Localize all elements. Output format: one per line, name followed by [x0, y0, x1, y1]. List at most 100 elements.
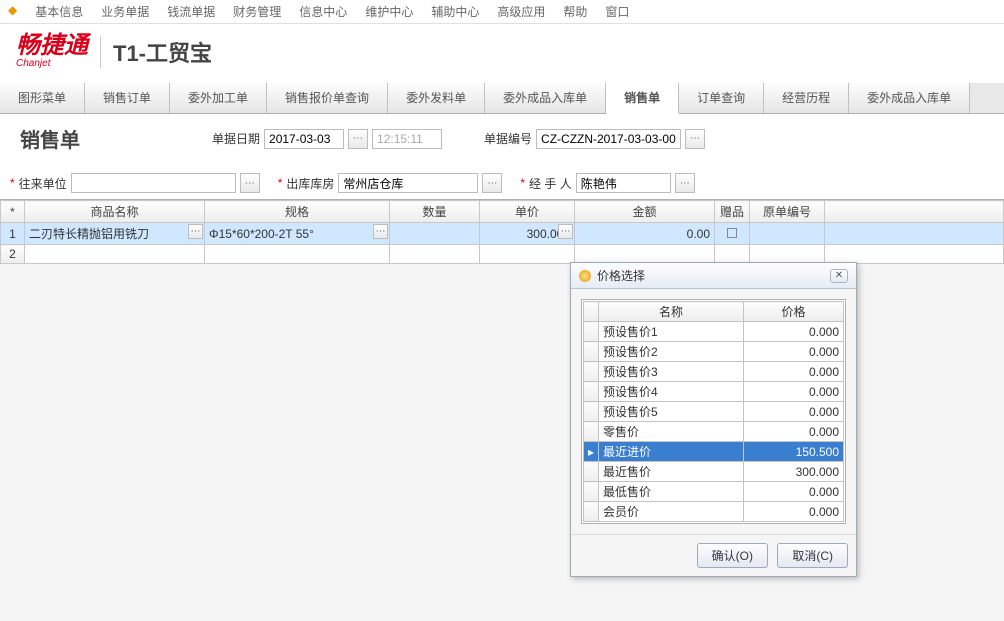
tab[interactable]: 销售订单 [85, 83, 170, 113]
top-menu-item[interactable]: 辅助中心 [431, 3, 479, 20]
operator-field: *经 手 人 ⋯ [520, 173, 694, 193]
date-picker-button[interactable]: ⋯ [348, 129, 368, 149]
grid-cell[interactable] [390, 223, 480, 245]
grid-cell[interactable] [390, 245, 480, 264]
grid-cell[interactable] [575, 245, 715, 264]
grid-cell[interactable]: 300.000⋯ [480, 223, 575, 245]
top-menu-item[interactable]: 钱流单据 [167, 3, 215, 20]
table-row[interactable]: 2 [1, 245, 1004, 264]
col-orig: 原单编号 [750, 201, 825, 223]
tab[interactable]: 订单查询 [679, 83, 764, 113]
dialog-footer: 确认(O) 取消(C) [571, 534, 856, 576]
tab-bar: 图形菜单销售订单委外加工单销售报价单查询委外发料单委外成品入库单销售单订单查询经… [0, 83, 1004, 114]
cell-lookup-button[interactable]: ⋯ [373, 224, 388, 239]
price-row[interactable]: 预设售价40.000 [584, 382, 844, 402]
price-rownum [584, 482, 599, 502]
top-menu-item[interactable]: 财务管理 [233, 3, 281, 20]
operator-lookup-button[interactable]: ⋯ [675, 173, 695, 193]
price-row[interactable]: 预设售价10.000 [584, 322, 844, 342]
price-row[interactable]: 预设售价30.000 [584, 362, 844, 382]
date-input[interactable] [264, 129, 344, 149]
grid-cell[interactable] [480, 245, 575, 264]
customer-label: 往来单位 [19, 175, 67, 192]
logo-main: 畅捷通 [16, 34, 88, 58]
col-spec: 规格 [205, 201, 390, 223]
grid-cell[interactable] [750, 223, 825, 245]
price-rownum [584, 502, 599, 522]
tab[interactable]: 经营历程 [764, 83, 849, 113]
top-menu-item[interactable]: 维护中心 [365, 3, 413, 20]
price-grid: 名称 价格 预设售价10.000预设售价20.000预设售价30.000预设售价… [583, 301, 844, 522]
top-menu-item[interactable]: 高级应用 [497, 3, 545, 20]
top-menu-item[interactable]: 帮助 [563, 3, 587, 20]
price-row[interactable]: ▸最近进价150.500 [584, 442, 844, 462]
cell-lookup-button[interactable]: ⋯ [558, 224, 573, 239]
price-value-cell: 0.000 [744, 482, 844, 502]
grid-cell[interactable]: Φ15*60*200-2T 55°⋯ [205, 223, 390, 245]
price-row[interactable]: 会员价0.000 [584, 502, 844, 522]
top-menu-item[interactable]: 信息中心 [299, 3, 347, 20]
operator-input[interactable] [576, 173, 671, 193]
price-name-cell: 最低售价 [599, 482, 744, 502]
table-row[interactable]: 1二刃特长精抛铝用铣刀⋯Φ15*60*200-2T 55°⋯ 300.000⋯0.… [1, 223, 1004, 245]
grid-cell[interactable]: 二刃特长精抛铝用铣刀⋯ [25, 223, 205, 245]
logo-product: T1-工贸宝 [113, 36, 212, 68]
price-rownum [584, 322, 599, 342]
price-name-cell: 预设售价5 [599, 402, 744, 422]
docno-input[interactable] [536, 129, 681, 149]
price-name-cell: 最近进价 [599, 442, 744, 462]
price-name-cell: 预设售价3 [599, 362, 744, 382]
price-row[interactable]: 预设售价50.000 [584, 402, 844, 422]
tab[interactable]: 销售单 [606, 83, 679, 114]
grid-cell[interactable]: 1 [1, 223, 25, 245]
top-menu-item[interactable]: 业务单据 [101, 3, 149, 20]
price-row[interactable]: 最近售价300.000 [584, 462, 844, 482]
ok-button[interactable]: 确认(O) [697, 543, 768, 568]
price-row[interactable]: 零售价0.000 [584, 422, 844, 442]
customer-input[interactable] [71, 173, 236, 193]
grid-cell[interactable] [750, 245, 825, 264]
warehouse-input[interactable] [338, 173, 478, 193]
price-value-cell: 0.000 [744, 322, 844, 342]
tab[interactable]: 委外发料单 [388, 83, 485, 113]
dialog-icon [579, 270, 591, 282]
grid-cell[interactable] [205, 245, 390, 264]
operator-label: 经 手 人 [529, 175, 572, 192]
grid-cell[interactable]: 0.00 [575, 223, 715, 245]
tab[interactable]: 委外加工单 [170, 83, 267, 113]
grid-cell[interactable]: 2 [1, 245, 25, 264]
dialog-close-button[interactable]: ✕ [830, 269, 848, 283]
tab[interactable]: 委外成品入库单 [849, 83, 970, 113]
price-rownum [584, 402, 599, 422]
grid-cell[interactable] [715, 223, 750, 245]
docno-lookup-button[interactable]: ⋯ [685, 129, 705, 149]
page-title: 销售单 [20, 124, 80, 153]
docno-field: 单据编号 ⋯ [484, 129, 705, 149]
top-menu-item[interactable]: 窗口 [605, 3, 629, 20]
grid-cell[interactable] [715, 245, 750, 264]
tab[interactable]: 销售报价单查询 [267, 83, 388, 113]
grid-cell[interactable] [25, 245, 205, 264]
warehouse-lookup-button[interactable]: ⋯ [482, 173, 502, 193]
time-input[interactable] [372, 129, 442, 149]
tab[interactable]: 委外成品入库单 [485, 83, 606, 113]
dialog-titlebar[interactable]: 价格选择 ✕ [571, 263, 856, 289]
top-menu-item[interactable]: 基本信息 [35, 3, 83, 20]
price-name-cell: 最近售价 [599, 462, 744, 482]
col-filler [825, 201, 1004, 223]
tab[interactable]: 图形菜单 [0, 83, 85, 113]
cancel-button[interactable]: 取消(C) [777, 543, 848, 568]
price-value-cell: 150.500 [744, 442, 844, 462]
col-qty: 数量 [390, 201, 480, 223]
price-name-cell: 零售价 [599, 422, 744, 442]
dialog-title-text: 价格选择 [597, 267, 645, 284]
customer-lookup-button[interactable]: ⋯ [240, 173, 260, 193]
grid-cell[interactable] [825, 245, 1004, 264]
gift-checkbox[interactable] [727, 228, 737, 238]
grid-cell[interactable] [825, 223, 1004, 245]
price-row[interactable]: 最低售价0.000 [584, 482, 844, 502]
cell-lookup-button[interactable]: ⋯ [188, 224, 203, 239]
price-value-cell: 0.000 [744, 382, 844, 402]
price-row[interactable]: 预设售价20.000 [584, 342, 844, 362]
warehouse-field: *出库库房 ⋯ [278, 173, 503, 193]
